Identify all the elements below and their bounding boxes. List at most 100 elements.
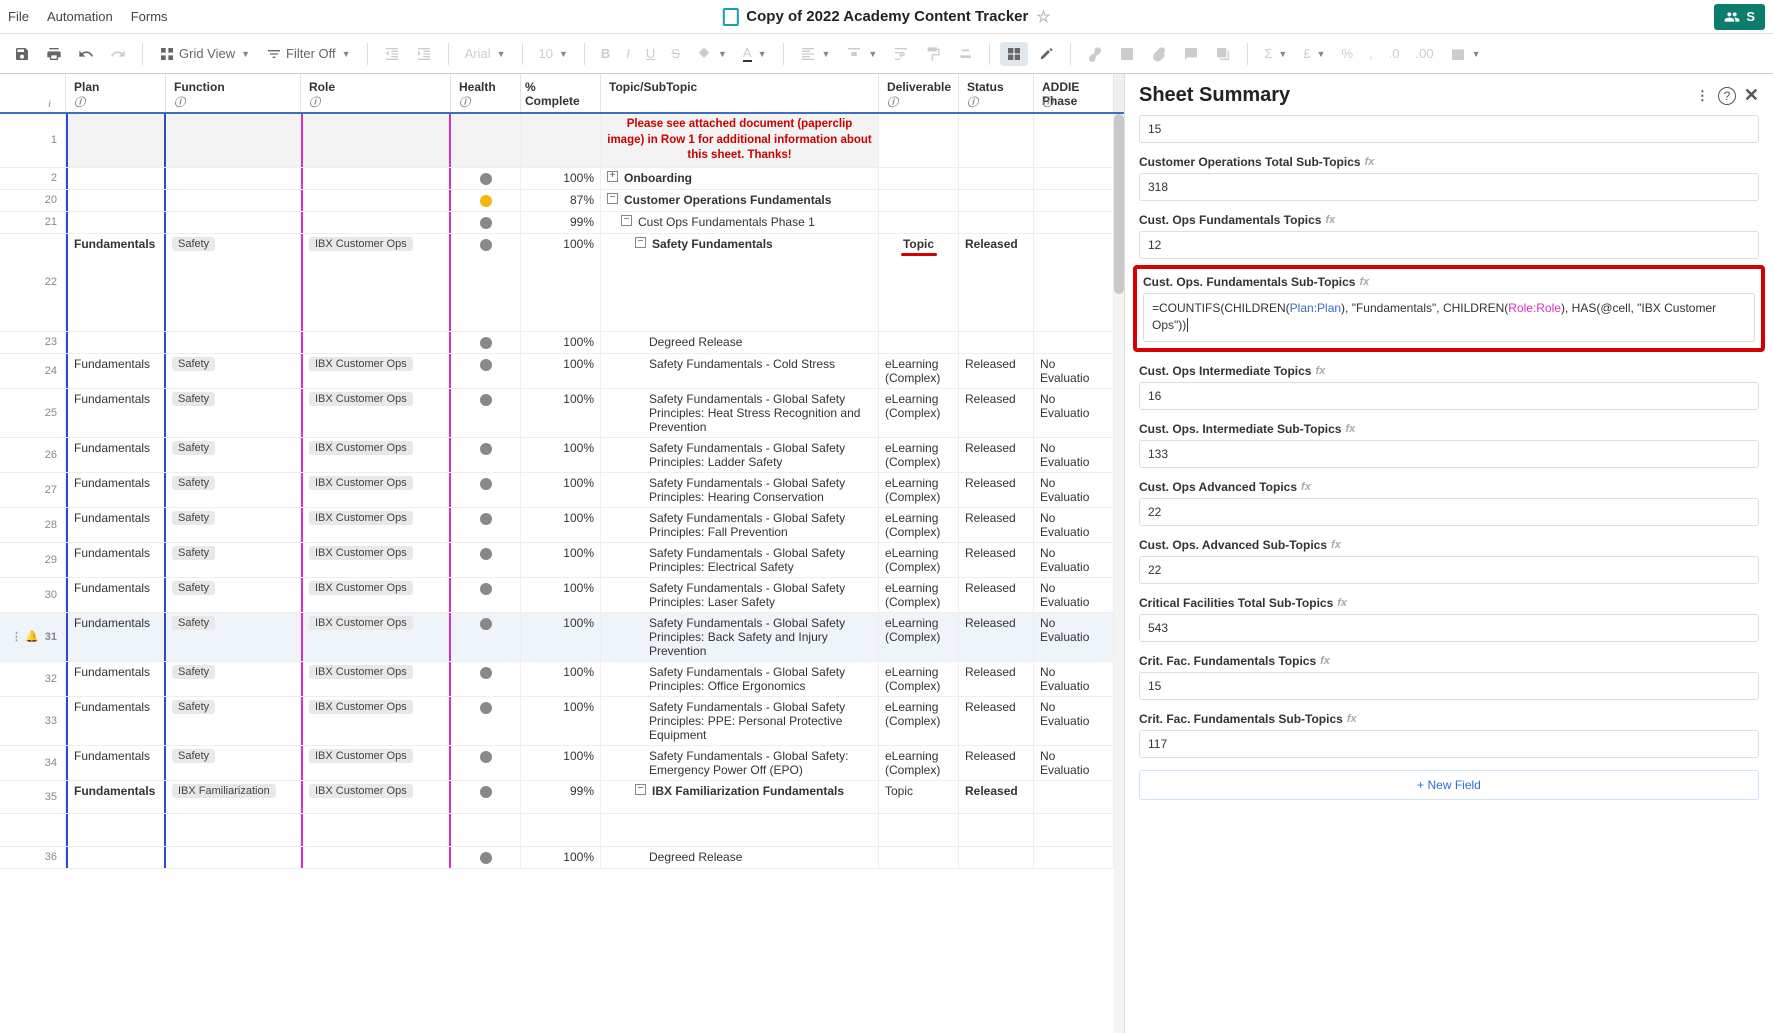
cell-function[interactable]: Safety — [166, 508, 301, 542]
cell-role[interactable]: IBX Customer Ops — [301, 389, 451, 437]
cell-role[interactable]: IBX Customer Ops — [301, 473, 451, 507]
outdent-icon[interactable] — [378, 42, 406, 66]
cell-role[interactable] — [301, 212, 451, 233]
table-row[interactable]: 33FundamentalsSafetyIBX Customer Ops100%… — [0, 697, 1124, 746]
cell-complete[interactable]: 100% — [521, 473, 601, 507]
menu-file[interactable]: File — [8, 9, 29, 24]
cell-addie[interactable]: No Evaluatio — [1034, 662, 1114, 696]
row-number[interactable]: 34 — [0, 746, 66, 780]
cell-addie[interactable]: No Evaluatio — [1034, 508, 1114, 542]
cell-function[interactable] — [166, 212, 301, 233]
cell-deliverable[interactable] — [879, 114, 959, 167]
row-number[interactable]: 32 — [0, 662, 66, 696]
cell-plan[interactable]: Fundamentals — [66, 389, 166, 437]
cell-status[interactable]: Released — [959, 613, 1034, 661]
cell-function[interactable]: Safety — [166, 234, 301, 331]
summary-value[interactable]: 12 — [1139, 231, 1759, 259]
cell-deliverable[interactable]: eLearning (Complex) — [879, 389, 959, 437]
row-number[interactable]: 28 — [0, 508, 66, 542]
row-number[interactable]: 2 — [0, 168, 66, 189]
row-number[interactable]: 35 — [0, 781, 66, 813]
text-color-icon[interactable]: A▼ — [737, 41, 773, 66]
cell-addie[interactable]: No Evaluatio — [1034, 473, 1114, 507]
cell-function[interactable]: Safety — [166, 613, 301, 661]
cell-health[interactable] — [451, 354, 521, 388]
cell-function[interactable]: Safety — [166, 697, 301, 745]
strike-icon[interactable]: S — [665, 42, 686, 65]
cell-health[interactable] — [451, 781, 521, 813]
row-number[interactable]: 36 — [0, 847, 66, 868]
row-number[interactable]: 27 — [0, 473, 66, 507]
cell-topic[interactable]: −Cust Ops Fundamentals Phase 1 — [601, 212, 879, 233]
row-number[interactable]: 20 — [0, 190, 66, 211]
cell-status[interactable]: Released — [959, 508, 1034, 542]
toggle-icon[interactable]: − — [607, 193, 618, 204]
header-function[interactable]: Functionⓘ — [166, 74, 301, 112]
cell-topic[interactable]: Degreed Release — [601, 332, 879, 353]
cell-health[interactable] — [451, 234, 521, 331]
cell-addie[interactable]: No Evaluatio — [1034, 354, 1114, 388]
table-row[interactable]: ⋮ 🔔31FundamentalsSafetyIBX Customer Ops1… — [0, 613, 1124, 662]
cell-deliverable[interactable]: eLearning (Complex) — [879, 473, 959, 507]
cell-status[interactable]: Released — [959, 697, 1034, 745]
cell-function[interactable]: Safety — [166, 543, 301, 577]
table-row[interactable]: 29FundamentalsSafetyIBX Customer Ops100%… — [0, 543, 1124, 578]
cell-addie[interactable] — [1034, 814, 1114, 846]
cell-topic[interactable]: Safety Fundamentals - Global Safety Prin… — [601, 543, 879, 577]
row-number[interactable]: 33 — [0, 697, 66, 745]
cell-health[interactable] — [451, 389, 521, 437]
align-icon[interactable]: ▼ — [794, 42, 837, 66]
cell-health[interactable] — [451, 814, 521, 846]
cell-function[interactable] — [166, 190, 301, 211]
table-row[interactable]: 22FundamentalsSafetyIBX Customer Ops100%… — [0, 234, 1124, 332]
cell-function[interactable]: Safety — [166, 389, 301, 437]
help-icon[interactable]: ? — [1718, 87, 1736, 105]
cell-deliverable[interactable]: eLearning (Complex) — [879, 578, 959, 612]
cell-function[interactable]: Safety — [166, 438, 301, 472]
cell-topic[interactable]: Degreed Release — [601, 847, 879, 868]
undo-icon[interactable] — [72, 42, 100, 66]
row-number[interactable]: 26 — [0, 438, 66, 472]
date-format-icon[interactable]: ▼ — [1444, 42, 1487, 66]
save-icon[interactable] — [8, 42, 36, 66]
summary-value[interactable]: 543 — [1139, 614, 1759, 642]
cell-topic[interactable]: Safety Fundamentals - Global Safety Prin… — [601, 697, 879, 745]
cell-addie[interactable]: No Evaluatio — [1034, 746, 1114, 780]
cell-deliverable[interactable]: eLearning (Complex) — [879, 613, 959, 661]
cell-addie[interactable]: No Evaluatio — [1034, 543, 1114, 577]
cell-plan[interactable]: Fundamentals — [66, 234, 166, 331]
summary-value[interactable]: 15 — [1139, 115, 1759, 143]
cell-plan[interactable]: Fundamentals — [66, 543, 166, 577]
cell-status[interactable]: Released — [959, 389, 1034, 437]
table-row[interactable]: 30FundamentalsSafetyIBX Customer Ops100%… — [0, 578, 1124, 613]
cell-role[interactable] — [301, 814, 451, 846]
table-row[interactable]: 25FundamentalsSafetyIBX Customer Ops100%… — [0, 389, 1124, 438]
cell-health[interactable] — [451, 190, 521, 211]
cell-status[interactable] — [959, 814, 1034, 846]
cell-addie[interactable] — [1034, 114, 1114, 167]
cell-deliverable[interactable]: eLearning (Complex) — [879, 438, 959, 472]
cell-deliverable[interactable]: eLearning (Complex) — [879, 746, 959, 780]
document-title[interactable]: Copy of 2022 Academy Content Tracker — [746, 8, 1028, 25]
cell-deliverable[interactable]: eLearning (Complex) — [879, 508, 959, 542]
cell-deliverable[interactable]: Topic — [879, 781, 959, 813]
cell-plan[interactable]: Fundamentals — [66, 508, 166, 542]
cell-addie[interactable] — [1034, 332, 1114, 353]
cell-complete[interactable]: 100% — [521, 234, 601, 331]
cell-status[interactable] — [959, 332, 1034, 353]
table-row[interactable]: 28FundamentalsSafetyIBX Customer Ops100%… — [0, 508, 1124, 543]
table-row[interactable]: 2199%−Cust Ops Fundamentals Phase 1 — [0, 212, 1124, 234]
summary-value[interactable]: 22 — [1139, 498, 1759, 526]
cell-addie[interactable]: No Evaluatio — [1034, 697, 1114, 745]
conditional-format-icon[interactable] — [1000, 42, 1028, 66]
cell-status[interactable]: Released — [959, 438, 1034, 472]
cell-topic[interactable] — [601, 814, 879, 846]
table-row[interactable]: 35FundamentalsIBX FamiliarizationIBX Cus… — [0, 781, 1124, 814]
cell-topic[interactable]: Safety Fundamentals - Global Safety Prin… — [601, 613, 879, 661]
header-topic[interactable]: Topic/SubTopic — [601, 74, 879, 112]
cell-health[interactable] — [451, 114, 521, 167]
cell-deliverable[interactable]: eLearning (Complex) — [879, 662, 959, 696]
table-row[interactable]: 1Please see attached document (paperclip… — [0, 114, 1124, 168]
attachment-icon[interactable] — [1145, 42, 1173, 66]
cell-status[interactable] — [959, 212, 1034, 233]
